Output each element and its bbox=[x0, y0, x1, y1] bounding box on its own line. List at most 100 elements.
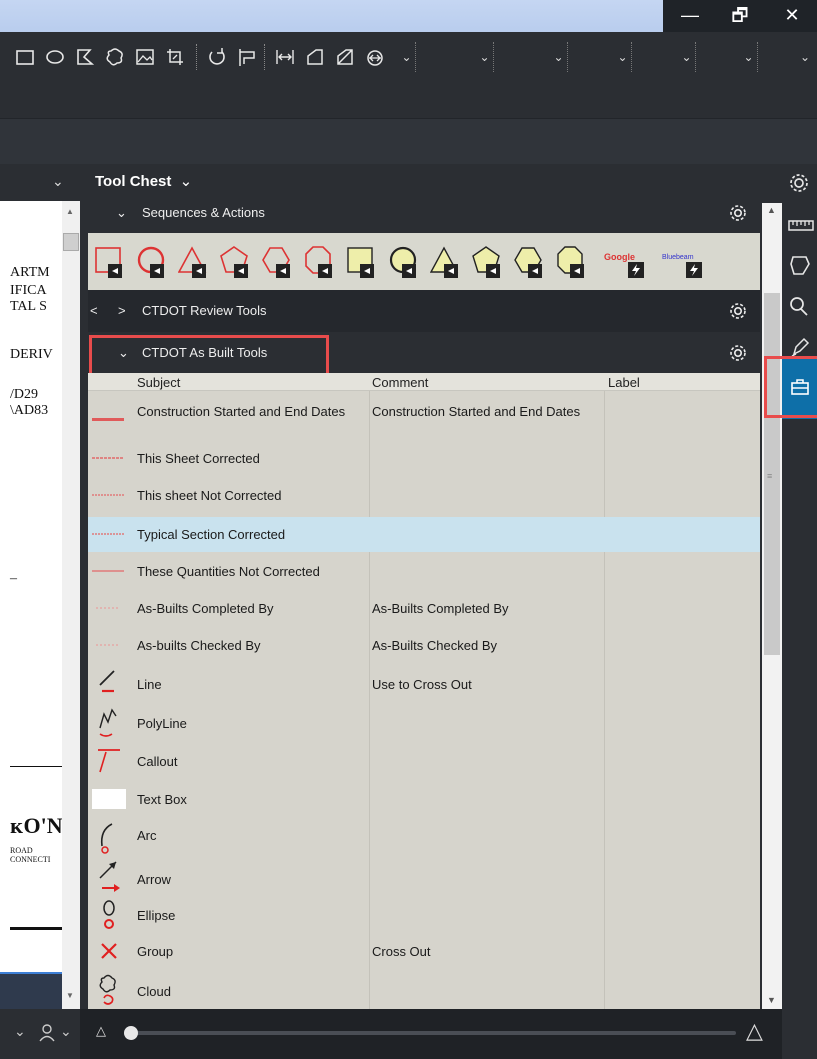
measure-icon[interactable] bbox=[274, 46, 296, 68]
ruler-icon[interactable] bbox=[782, 208, 817, 242]
search-icon[interactable] bbox=[782, 290, 817, 324]
chevron-down-icon[interactable]: ⌄ bbox=[180, 173, 193, 190]
bluebeam-action-tool[interactable]: Bluebeam bbox=[662, 242, 712, 280]
ellipse-icon[interactable] bbox=[44, 46, 66, 68]
cloud-icon[interactable] bbox=[104, 46, 126, 68]
crop-icon[interactable] bbox=[164, 46, 186, 68]
yellow-hexagon-tool-icon[interactable] bbox=[514, 242, 548, 280]
document-scrollbar[interactable]: ▲ ▼ bbox=[62, 201, 80, 1009]
image-icon[interactable] bbox=[134, 46, 156, 68]
red-pentagon-tool-icon[interactable] bbox=[220, 242, 254, 280]
chevron-down-icon[interactable]: ⌄ bbox=[14, 1023, 26, 1040]
yellow-pentagon-tool-icon[interactable] bbox=[472, 242, 506, 280]
chevron-right-icon[interactable]: > bbox=[118, 303, 126, 318]
table-row[interactable]: PolyLine bbox=[88, 704, 760, 742]
chevron-down-icon[interactable]: ⌄ bbox=[52, 173, 64, 190]
triangle-small-icon[interactable]: △ bbox=[96, 1023, 106, 1039]
rectangle-icon[interactable] bbox=[14, 46, 36, 68]
table-row[interactable]: Line Use to Cross Out bbox=[88, 667, 760, 703]
stamp-line-icon bbox=[92, 570, 124, 572]
minimize-button[interactable]: — bbox=[665, 0, 715, 32]
column-header-subject[interactable]: Subject bbox=[137, 375, 180, 390]
toolbar-separator bbox=[264, 44, 265, 70]
scroll-thumb[interactable] bbox=[63, 233, 79, 251]
user-icon[interactable] bbox=[38, 1023, 58, 1043]
red-octagon-tool-icon[interactable] bbox=[304, 242, 338, 280]
yellow-rectangle-tool-icon[interactable] bbox=[346, 242, 380, 280]
gear-icon[interactable] bbox=[782, 166, 817, 200]
polygon-icon[interactable] bbox=[74, 46, 96, 68]
flip-icon[interactable] bbox=[236, 46, 258, 68]
slider-track[interactable] bbox=[124, 1031, 736, 1035]
table-row-selected[interactable]: Typical Section Corrected bbox=[88, 517, 760, 552]
gear-icon[interactable] bbox=[728, 203, 748, 223]
stamp-line-icon bbox=[92, 494, 124, 496]
column-header-label[interactable]: Label bbox=[608, 375, 640, 390]
triangle-large-icon[interactable]: △ bbox=[746, 1018, 763, 1044]
table-row[interactable]: This Sheet Corrected bbox=[88, 443, 760, 473]
area2-icon[interactable] bbox=[334, 46, 356, 68]
callout-icon bbox=[98, 749, 120, 773]
section-label: Sequences & Actions bbox=[142, 205, 265, 220]
table-row[interactable]: Group Cross Out bbox=[88, 932, 760, 970]
table-row[interactable]: Construction Started and End Dates Const… bbox=[88, 403, 760, 439]
window-controls: — 🗗 ✕ bbox=[663, 0, 817, 32]
table-row[interactable]: Ellipse bbox=[88, 894, 760, 932]
section-ctdot-review-tools[interactable]: < > CTDOT Review Tools bbox=[88, 290, 760, 332]
column-header-comment[interactable]: Comment bbox=[372, 375, 428, 390]
collapse-left-icon[interactable]: < bbox=[90, 303, 98, 318]
scroll-down-icon[interactable]: ▼ bbox=[767, 995, 776, 1005]
snap-icon[interactable] bbox=[364, 46, 386, 68]
table-row[interactable]: Arc bbox=[88, 818, 760, 856]
scroll-up-icon[interactable]: ▲ bbox=[66, 207, 74, 216]
row-comment: Use to Cross Out bbox=[372, 677, 472, 692]
google-action-tool[interactable]: Google bbox=[604, 242, 648, 280]
chevron-down-icon[interactable]: ⌄ bbox=[60, 1023, 72, 1040]
google-label: Google bbox=[604, 252, 635, 262]
dropdown-5[interactable]: ⌄ bbox=[678, 42, 696, 72]
table-row[interactable]: As-Builts Completed By As-Builts Complet… bbox=[88, 593, 760, 623]
chevron-down-icon[interactable]: ⌄ bbox=[116, 205, 127, 221]
restore-button[interactable]: 🗗 bbox=[715, 0, 765, 32]
yellow-circle-tool-icon[interactable] bbox=[388, 242, 422, 280]
rail-highlight-box bbox=[764, 356, 817, 418]
table-row[interactable]: As-builts Checked By As-Builts Checked B… bbox=[88, 630, 760, 660]
close-button[interactable]: ✕ bbox=[767, 0, 817, 32]
dropdown-1[interactable]: ⌄ bbox=[398, 42, 416, 72]
dropdown-3[interactable]: ⌄ bbox=[550, 42, 568, 72]
panel-title[interactable]: Tool Chest ⌄ bbox=[95, 172, 192, 190]
row-comment: Cross Out bbox=[372, 944, 431, 959]
scroll-up-icon[interactable]: ▲ bbox=[767, 205, 776, 215]
stamp-line-icon bbox=[92, 418, 124, 421]
document-footer: ⌄ ⌄ bbox=[0, 1009, 80, 1059]
dropdown-4[interactable]: ⌄ bbox=[614, 42, 632, 72]
dropdown-2[interactable]: ⌄ bbox=[476, 42, 494, 72]
dropdown-7[interactable]: ⌄ bbox=[796, 42, 814, 72]
scroll-down-icon[interactable]: ▼ bbox=[66, 991, 74, 1000]
panel-scrollbar[interactable]: ▲ ≡ ▼ bbox=[762, 203, 782, 1009]
red-triangle-tool-icon[interactable] bbox=[178, 242, 212, 280]
cloud-icon bbox=[99, 974, 116, 1005]
area-icon[interactable] bbox=[304, 46, 326, 68]
table-row[interactable]: Arrow bbox=[88, 856, 760, 894]
yellow-triangle-tool-icon[interactable] bbox=[430, 242, 464, 280]
dropdown-6[interactable]: ⌄ bbox=[740, 42, 758, 72]
table-row[interactable]: Text Box bbox=[88, 780, 760, 818]
stamp-line-icon bbox=[92, 457, 124, 459]
gear-icon[interactable] bbox=[728, 343, 748, 363]
gear-icon[interactable] bbox=[728, 301, 748, 321]
table-row[interactable]: Callout bbox=[88, 742, 760, 780]
red-hexagon-tool-icon[interactable] bbox=[262, 242, 296, 280]
table-row[interactable]: Cloud bbox=[88, 970, 760, 1008]
yellow-octagon-tool-icon[interactable] bbox=[556, 242, 590, 280]
row-subject: This Sheet Corrected bbox=[137, 451, 260, 466]
section-sequences-actions[interactable]: ⌄ Sequences & Actions bbox=[88, 193, 760, 233]
red-circle-tool-icon[interactable] bbox=[136, 242, 170, 280]
table-row[interactable]: These Quantities Not Corrected bbox=[88, 556, 760, 586]
markups-list-icon[interactable] bbox=[782, 248, 817, 282]
red-rectangle-tool-icon[interactable] bbox=[94, 242, 128, 280]
table-row[interactable]: This sheet Not Corrected bbox=[88, 480, 760, 510]
doc-text: /D29 bbox=[10, 387, 38, 402]
slider-thumb[interactable] bbox=[124, 1026, 138, 1040]
rotate-icon[interactable] bbox=[206, 46, 228, 68]
